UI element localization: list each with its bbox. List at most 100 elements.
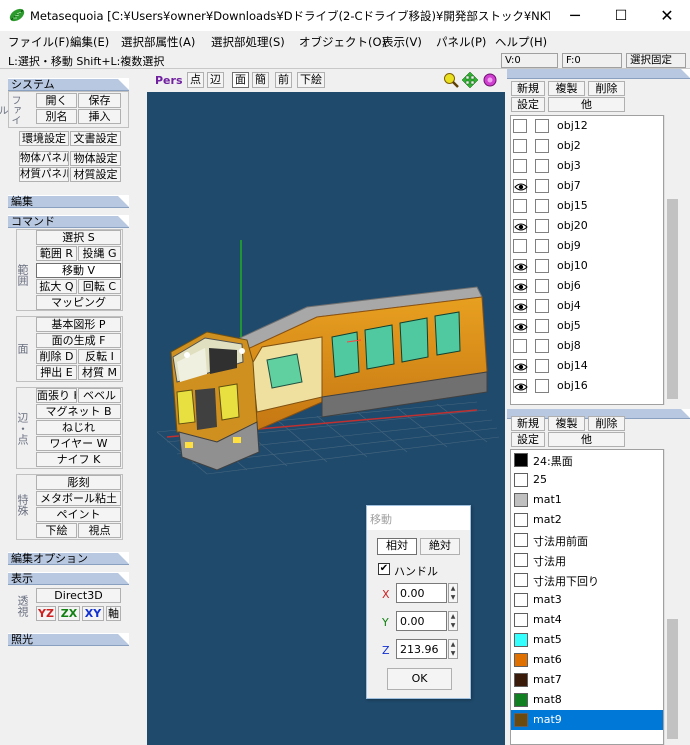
env-settings-button[interactable]: 環境設定 xyxy=(19,131,69,146)
direct3d-button[interactable]: Direct3D xyxy=(36,588,121,603)
knife-button[interactable]: ナイフ K xyxy=(36,452,121,467)
menu-help[interactable]: ヘルプ(H) xyxy=(495,34,547,50)
delete-button[interactable]: 削除 D xyxy=(36,349,77,364)
visibility-toggle[interactable] xyxy=(513,199,527,213)
material-settings-button[interactable]: 設定 xyxy=(511,432,545,447)
object-settings-button[interactable]: 物体設定 xyxy=(70,151,121,166)
new-object-button[interactable]: 新規 xyxy=(511,81,545,96)
menu-select-attr[interactable]: 選択部属性(A) xyxy=(121,34,195,50)
object-row[interactable]: obj20 xyxy=(511,216,663,236)
simple-mode-button[interactable]: 簡 xyxy=(252,72,269,88)
menu-object[interactable]: オブジェクト(O) xyxy=(299,34,386,50)
select-lock-button[interactable]: 選択固定 xyxy=(626,53,686,68)
object-other-button[interactable]: 他 xyxy=(548,97,625,112)
object-row[interactable]: obj5 xyxy=(511,316,663,336)
menu-edit[interactable]: 編集(E) xyxy=(70,34,109,50)
section-light[interactable]: 照光 xyxy=(8,633,129,646)
sculpt-button[interactable]: 彫刻 xyxy=(36,475,121,490)
section-command[interactable]: コマンド xyxy=(8,215,129,228)
range-button[interactable]: 範囲 R xyxy=(36,246,77,261)
zoom-icon[interactable] xyxy=(443,72,459,88)
object-row[interactable]: obj16 xyxy=(511,376,663,396)
save-as-button[interactable]: 別名 xyxy=(36,109,77,124)
lock-toggle[interactable] xyxy=(535,259,549,273)
object-panel-header[interactable] xyxy=(507,69,690,79)
object-row[interactable]: obj8 xyxy=(511,336,663,356)
delete-object-button[interactable]: 削除 xyxy=(588,81,625,96)
object-row[interactable]: obj4 xyxy=(511,296,663,316)
basic-shape-button[interactable]: 基本図形 P xyxy=(36,317,121,332)
scroll-thumb[interactable] xyxy=(667,619,678,739)
z-input[interactable]: 213.96 xyxy=(396,639,447,659)
relative-button[interactable]: 相対 xyxy=(377,538,417,555)
lock-toggle[interactable] xyxy=(535,199,549,213)
visibility-toggle[interactable] xyxy=(513,159,527,173)
scale-button[interactable]: 拡大 Q xyxy=(36,279,77,294)
save-button[interactable]: 保存 xyxy=(78,93,121,108)
lock-toggle[interactable] xyxy=(535,359,549,373)
draft-image-button[interactable]: 下絵 xyxy=(297,72,325,88)
viewpoint-button[interactable]: 視点 xyxy=(78,523,121,538)
x-spinner[interactable]: ▲ ▼ xyxy=(448,583,458,603)
pan-icon[interactable] xyxy=(462,72,478,88)
lock-toggle[interactable] xyxy=(535,219,549,233)
rotate-view-icon[interactable] xyxy=(482,72,498,88)
material-other-button[interactable]: 他 xyxy=(548,432,625,447)
object-row[interactable]: obj6 xyxy=(511,276,663,296)
visibility-toggle[interactable] xyxy=(513,119,527,133)
rotate-button[interactable]: 回転 C xyxy=(78,279,121,294)
ok-button[interactable]: OK xyxy=(387,668,452,690)
material-row[interactable]: mat7 xyxy=(511,670,663,690)
edge-mode-button[interactable]: 辺 xyxy=(207,72,224,88)
menu-view[interactable]: 表示(V) xyxy=(382,34,422,50)
material-row[interactable]: 寸法用 xyxy=(511,550,663,570)
lock-toggle[interactable] xyxy=(535,299,549,313)
y-spinner[interactable]: ▲ ▼ xyxy=(448,611,458,631)
visibility-toggle[interactable] xyxy=(513,359,528,373)
close-button[interactable]: ✕ xyxy=(644,0,690,31)
visibility-toggle[interactable] xyxy=(513,299,528,313)
material-row[interactable]: 25 xyxy=(511,470,663,490)
bevel-button[interactable]: ベベル xyxy=(78,388,121,403)
visibility-toggle[interactable] xyxy=(513,339,527,353)
menu-panel[interactable]: パネル(P) xyxy=(436,34,486,50)
visibility-toggle[interactable] xyxy=(513,259,528,273)
open-button[interactable]: 開く xyxy=(36,93,77,108)
y-input[interactable]: 0.00 xyxy=(396,611,447,631)
section-edit-options[interactable]: 編集オプション xyxy=(8,552,129,565)
material-row[interactable]: mat9 xyxy=(511,710,663,730)
magnet-button[interactable]: マグネット B xyxy=(36,404,121,419)
visibility-toggle[interactable] xyxy=(513,379,528,393)
handle-checkbox[interactable]: ✔ xyxy=(378,563,390,575)
lock-toggle[interactable] xyxy=(535,279,549,293)
object-row[interactable]: obj3 xyxy=(511,156,663,176)
material-settings-button[interactable]: 材質設定 xyxy=(70,167,121,182)
draft-button[interactable]: 下絵 xyxy=(36,523,77,538)
vertex-mode-button[interactable]: 点 xyxy=(187,72,204,88)
paint-button[interactable]: ペイント xyxy=(36,507,121,522)
menu-file[interactable]: ファイル(F) xyxy=(8,34,70,50)
wire-button[interactable]: ワイヤー W xyxy=(36,436,121,451)
visibility-toggle[interactable] xyxy=(513,319,528,333)
object-panel-button[interactable]: 物体パネル xyxy=(19,151,69,166)
visibility-toggle[interactable] xyxy=(513,179,528,193)
zx-view-button[interactable]: ZX xyxy=(58,606,80,621)
visibility-toggle[interactable] xyxy=(513,239,527,253)
material-button[interactable]: 材質 M xyxy=(78,365,121,380)
face-stretch-button[interactable]: 面張り H xyxy=(36,388,77,403)
material-row[interactable]: mat8 xyxy=(511,690,663,710)
lock-toggle[interactable] xyxy=(535,339,549,353)
object-settings-button[interactable]: 設定 xyxy=(511,97,545,112)
material-row[interactable]: mat4 xyxy=(511,610,663,630)
scroll-thumb[interactable] xyxy=(667,199,678,399)
visibility-toggle[interactable] xyxy=(513,279,528,293)
visibility-toggle[interactable] xyxy=(513,219,528,233)
new-material-button[interactable]: 新規 xyxy=(511,416,545,431)
select-button[interactable]: 選択 S xyxy=(36,230,121,245)
copy-object-button[interactable]: 複製 xyxy=(548,81,585,96)
material-row[interactable]: mat2 xyxy=(511,510,663,530)
material-row[interactable]: mat1 xyxy=(511,490,663,510)
menu-select-proc[interactable]: 選択部処理(S) xyxy=(211,34,285,50)
x-input[interactable]: 0.00 xyxy=(396,583,447,603)
lock-toggle[interactable] xyxy=(535,239,549,253)
